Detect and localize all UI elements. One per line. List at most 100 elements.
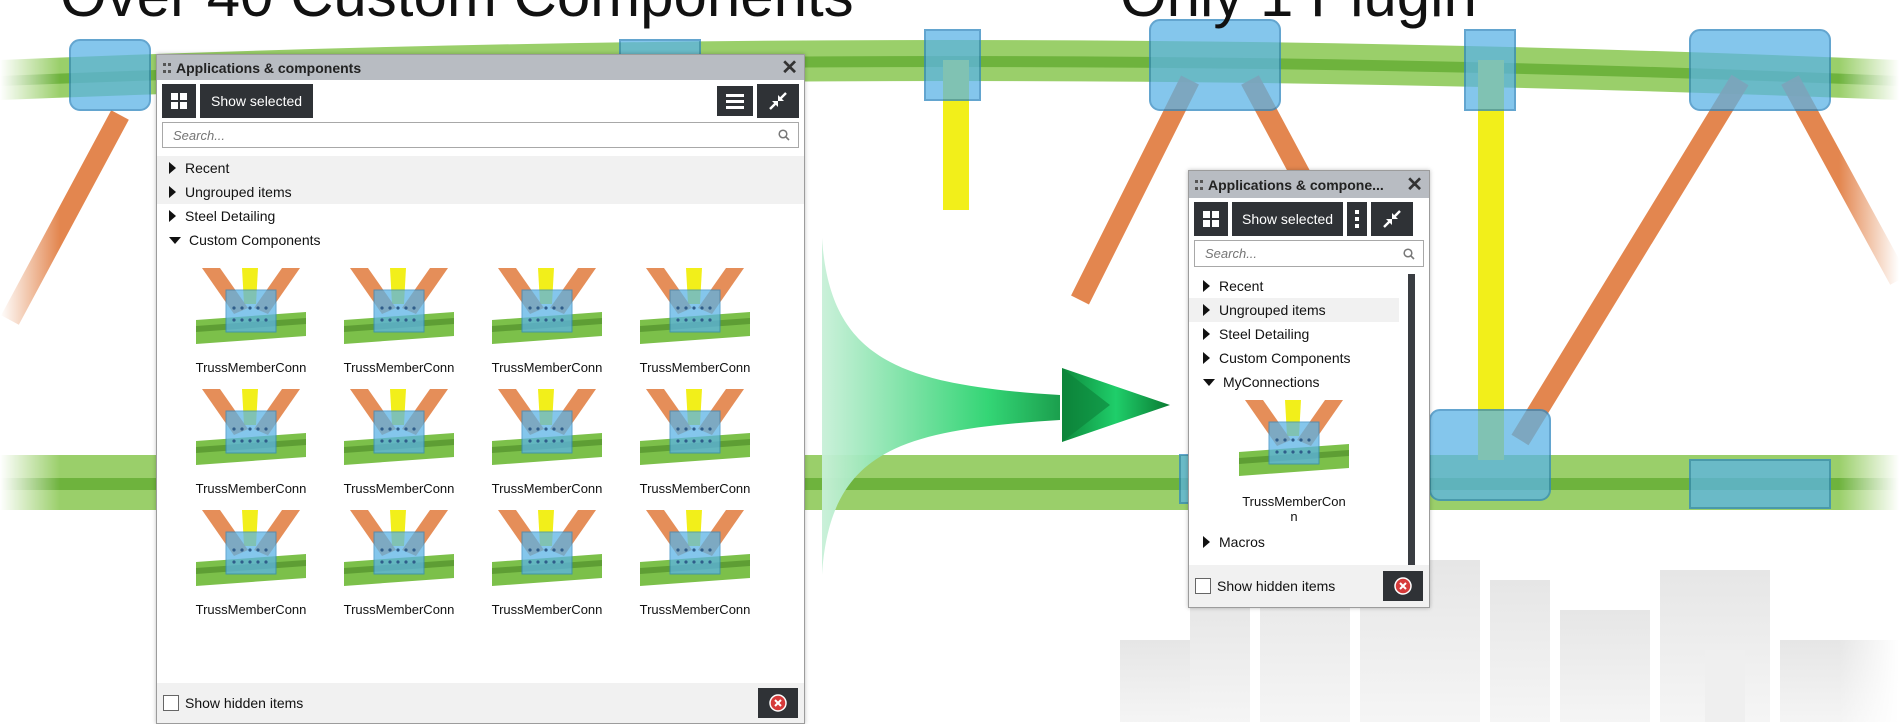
- component-item[interactable]: TrussMemberConn: [621, 510, 769, 617]
- search-box: [1194, 240, 1424, 267]
- expand-icon: [1203, 536, 1210, 548]
- expand-icon: [1203, 304, 1210, 316]
- show-hidden-label: Show hidden items: [185, 695, 304, 711]
- truss-connection-icon: [492, 389, 602, 465]
- search-input[interactable]: [1203, 245, 1403, 262]
- truss-connection-icon: [1239, 400, 1349, 476]
- tree-item-label: Macros: [1219, 534, 1265, 550]
- show-hidden-checkbox[interactable]: [1195, 578, 1211, 594]
- component-thumbnail: [640, 389, 750, 471]
- scrollbar[interactable]: [1408, 274, 1415, 566]
- component-item[interactable]: TrussMemberConn: [325, 268, 473, 375]
- component-thumbnail: [344, 389, 454, 471]
- grip-icon: [1195, 179, 1203, 190]
- component-label: TrussMemberConn: [491, 360, 603, 375]
- tree-item-recent[interactable]: Recent: [157, 156, 804, 180]
- expand-icon: [169, 210, 176, 222]
- component-item[interactable]: TrussMemberConn: [621, 268, 769, 375]
- truss-connection-icon: [196, 510, 306, 586]
- component-item[interactable]: TrussMemberConn: [177, 268, 325, 375]
- clear-button[interactable]: [758, 688, 798, 718]
- collapse-icon: [1203, 378, 1215, 386]
- panel-footer: Show hidden items: [157, 683, 804, 723]
- truss-connection-icon: [640, 268, 750, 344]
- clear-circle-icon: [1394, 577, 1412, 595]
- grip-icon: [163, 62, 171, 73]
- component-thumbnail: [492, 389, 602, 471]
- tree-item-ungrouped[interactable]: Ungrouped items: [1189, 298, 1399, 322]
- show-hidden-checkbox[interactable]: [163, 695, 179, 711]
- tree-item-label: Custom Components: [1219, 350, 1351, 366]
- component-item[interactable]: TrussMemberConn: [473, 510, 621, 617]
- tree-item-label: MyConnections: [1223, 374, 1320, 390]
- tree-item-steel-detailing[interactable]: Steel Detailing: [157, 204, 804, 228]
- grid-view-icon: [171, 93, 187, 109]
- component-label: TrussMemberConn: [195, 602, 307, 617]
- collapse-button[interactable]: [1371, 202, 1414, 236]
- component-item[interactable]: TrussMemberConn: [325, 510, 473, 617]
- expand-icon: [169, 162, 176, 174]
- component-label: TrussMemberConn: [491, 481, 603, 496]
- search-icon[interactable]: [1403, 247, 1415, 260]
- component-item[interactable]: TrussMemberConn: [473, 268, 621, 375]
- component-thumbnail: [196, 510, 306, 592]
- search-input[interactable]: [171, 126, 778, 144]
- tree-item-custom-components[interactable]: Custom Components: [1189, 346, 1399, 370]
- tree-item-myconnections[interactable]: MyConnections: [1189, 370, 1399, 394]
- component-label: TrussMemberConn: [343, 360, 455, 375]
- applications-panel-large: Applications & components ✕ Show selecte…: [156, 54, 805, 724]
- component-item[interactable]: TrussMemberConn: [177, 389, 325, 496]
- panel-footer: Show hidden items: [1189, 565, 1429, 607]
- tree-item-macros[interactable]: Macros: [1189, 530, 1399, 554]
- tree-item-label: Custom Components: [189, 232, 321, 248]
- tree-item-ungrouped[interactable]: Ungrouped items: [157, 180, 804, 204]
- close-icon[interactable]: ✕: [781, 58, 798, 78]
- component-thumbnail: [640, 268, 750, 350]
- truss-connection-icon: [344, 510, 454, 586]
- grid-view-button[interactable]: [162, 84, 196, 118]
- grid-view-button[interactable]: [1194, 202, 1228, 236]
- component-item[interactable]: TrussMemberConn: [473, 389, 621, 496]
- more-button[interactable]: [1347, 202, 1368, 236]
- component-item[interactable]: TrussMemberConn: [177, 510, 325, 617]
- component-label: TrussMemberConn: [639, 602, 751, 617]
- tree-item-custom-components[interactable]: Custom Components: [157, 228, 804, 252]
- component-thumbnail: [196, 268, 306, 350]
- collapse-button[interactable]: [757, 84, 799, 118]
- panel-title: Applications & components: [176, 59, 362, 76]
- component-item[interactable]: TrussMemberConn: [325, 389, 473, 496]
- component-thumbnail: [492, 510, 602, 592]
- component-thumbnail: [344, 510, 454, 592]
- truss-connection-icon: [492, 510, 602, 586]
- heading-right: Only 1 Plugin: [1120, 0, 1477, 26]
- heading-left: Over 40 Custom Components: [60, 0, 854, 26]
- panel-titlebar[interactable]: Applications & components ✕: [157, 55, 804, 80]
- component-thumbnail: [640, 510, 750, 592]
- clear-button[interactable]: [1383, 571, 1423, 601]
- show-selected-button[interactable]: Show selected: [1232, 202, 1344, 236]
- component-item[interactable]: TrussMemberCon n: [1189, 400, 1399, 524]
- collapse-icon: [769, 92, 787, 110]
- component-thumbnail: [492, 268, 602, 350]
- list-view-icon: [726, 94, 744, 109]
- expand-icon: [169, 186, 176, 198]
- clear-circle-icon: [769, 694, 787, 712]
- panel-titlebar[interactable]: Applications & compone... ✕: [1189, 171, 1429, 198]
- component-label: TrussMemberConn: [491, 602, 603, 617]
- component-thumbnail: [196, 389, 306, 471]
- list-view-button[interactable]: [717, 86, 753, 116]
- search-icon[interactable]: [778, 129, 790, 141]
- truss-connection-icon: [196, 389, 306, 465]
- applications-panel-small: Applications & compone... ✕ Show selecte…: [1188, 170, 1430, 608]
- component-item[interactable]: TrussMemberConn: [621, 389, 769, 496]
- tree-item-label: Ungrouped items: [1219, 302, 1326, 318]
- close-icon[interactable]: ✕: [1406, 175, 1423, 195]
- truss-connection-icon: [344, 389, 454, 465]
- tree-item-recent[interactable]: Recent: [1189, 274, 1399, 298]
- truss-connection-icon: [492, 268, 602, 344]
- component-label: TrussMemberConn: [195, 360, 307, 375]
- truss-connection-icon: [640, 389, 750, 465]
- component-label: TrussMemberConn: [639, 481, 751, 496]
- show-selected-button[interactable]: Show selected: [200, 84, 314, 118]
- tree-item-steel-detailing[interactable]: Steel Detailing: [1189, 322, 1399, 346]
